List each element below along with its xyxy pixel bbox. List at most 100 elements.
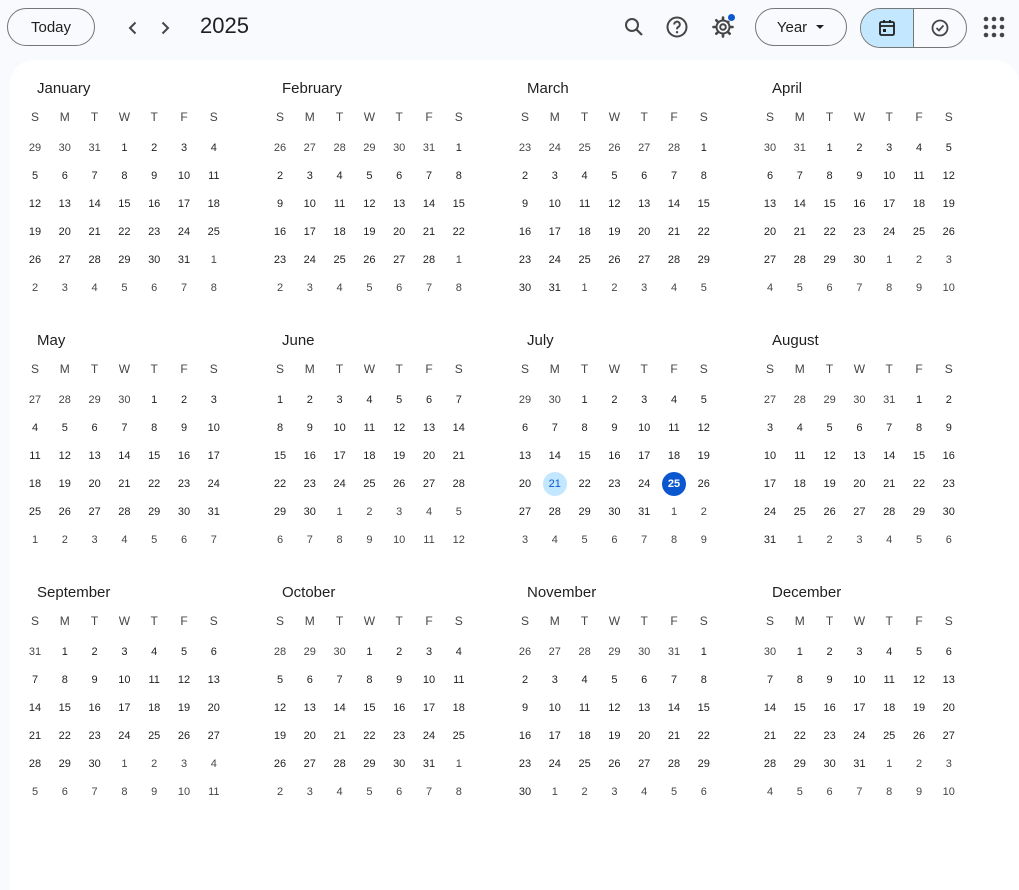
- day-cell[interactable]: 17: [298, 220, 322, 244]
- day-cell[interactable]: 11: [202, 164, 226, 188]
- adjacent-month-day[interactable]: 12: [447, 528, 471, 552]
- adjacent-month-day[interactable]: 6: [818, 276, 842, 300]
- adjacent-month-day[interactable]: 5: [142, 528, 166, 552]
- adjacent-month-day[interactable]: 10: [937, 780, 961, 804]
- day-cell[interactable]: 19: [53, 472, 77, 496]
- day-cell[interactable]: 24: [328, 472, 352, 496]
- day-cell[interactable]: 30: [513, 276, 537, 300]
- day-cell[interactable]: 27: [632, 752, 656, 776]
- day-cell[interactable]: 5: [53, 416, 77, 440]
- day-cell[interactable]: 24: [758, 500, 782, 524]
- day-cell[interactable]: 9: [83, 668, 107, 692]
- day-cell[interactable]: 6: [298, 668, 322, 692]
- adjacent-month-day[interactable]: 2: [142, 752, 166, 776]
- month-title[interactable]: December: [772, 584, 841, 601]
- day-cell[interactable]: 2: [142, 136, 166, 160]
- day-cell[interactable]: 18: [328, 220, 352, 244]
- day-cell[interactable]: 23: [298, 472, 322, 496]
- adjacent-month-day[interactable]: 30: [53, 136, 77, 160]
- adjacent-month-day[interactable]: 27: [298, 136, 322, 160]
- day-cell[interactable]: 26: [907, 724, 931, 748]
- day-cell[interactable]: 15: [142, 444, 166, 468]
- day-cell[interactable]: 31: [632, 500, 656, 524]
- day-cell[interactable]: 19: [692, 444, 716, 468]
- day-cell[interactable]: 12: [268, 696, 292, 720]
- day-cell[interactable]: 30: [172, 500, 196, 524]
- day-cell[interactable]: 20: [758, 220, 782, 244]
- day-cell[interactable]: 14: [83, 192, 107, 216]
- adjacent-month-day[interactable]: 5: [573, 528, 597, 552]
- day-cell[interactable]: 8: [53, 668, 77, 692]
- day-cell[interactable]: 23: [513, 248, 537, 272]
- day-cell[interactable]: 31: [847, 752, 871, 776]
- adjacent-month-day[interactable]: 3: [298, 276, 322, 300]
- day-cell[interactable]: 9: [268, 192, 292, 216]
- search-button[interactable]: [619, 12, 649, 42]
- day-cell[interactable]: 28: [23, 752, 47, 776]
- adjacent-month-day[interactable]: 3: [53, 276, 77, 300]
- day-cell[interactable]: 14: [417, 192, 441, 216]
- day-cell[interactable]: 25: [573, 248, 597, 272]
- day-cell[interactable]: 11: [573, 696, 597, 720]
- day-cell[interactable]: 10: [543, 192, 567, 216]
- day-cell[interactable]: 30: [298, 500, 322, 524]
- day-cell[interactable]: 20: [298, 724, 322, 748]
- adjacent-month-day[interactable]: 10: [937, 276, 961, 300]
- day-cell[interactable]: 16: [172, 444, 196, 468]
- day-cell[interactable]: 3: [543, 164, 567, 188]
- day-cell[interactable]: 1: [112, 136, 136, 160]
- month-title[interactable]: April: [772, 80, 802, 97]
- day-cell[interactable]: 14: [662, 696, 686, 720]
- day-cell[interactable]: 4: [23, 416, 47, 440]
- day-cell[interactable]: 16: [847, 192, 871, 216]
- day-cell[interactable]: 3: [298, 164, 322, 188]
- day-cell[interactable]: 12: [23, 192, 47, 216]
- day-cell[interactable]: 4: [662, 388, 686, 412]
- day-cell[interactable]: 14: [447, 416, 471, 440]
- adjacent-month-day[interactable]: 3: [937, 752, 961, 776]
- adjacent-month-day[interactable]: 5: [788, 276, 812, 300]
- view-switcher[interactable]: Year: [755, 8, 847, 46]
- month-title[interactable]: March: [527, 80, 569, 97]
- adjacent-month-day[interactable]: 9: [142, 780, 166, 804]
- next-year-button[interactable]: [151, 14, 179, 42]
- adjacent-month-day[interactable]: 2: [53, 528, 77, 552]
- day-cell[interactable]: 2: [937, 388, 961, 412]
- day-cell[interactable]: 12: [907, 668, 931, 692]
- day-cell[interactable]: 10: [172, 164, 196, 188]
- day-cell[interactable]: 10: [112, 668, 136, 692]
- day-cell[interactable]: 11: [447, 668, 471, 692]
- day-cell[interactable]: 5: [387, 388, 411, 412]
- day-cell[interactable]: 23: [818, 724, 842, 748]
- day-cell[interactable]: 5: [937, 136, 961, 160]
- day-cell[interactable]: 7: [83, 164, 107, 188]
- day-cell[interactable]: 9: [818, 668, 842, 692]
- day-cell[interactable]: 5: [602, 668, 626, 692]
- day-cell[interactable]: 27: [417, 472, 441, 496]
- adjacent-month-day[interactable]: 4: [417, 500, 441, 524]
- adjacent-month-day[interactable]: 7: [202, 528, 226, 552]
- day-cell[interactable]: 23: [513, 752, 537, 776]
- day-cell[interactable]: 14: [112, 444, 136, 468]
- day-cell[interactable]: 19: [818, 472, 842, 496]
- day-cell[interactable]: 21: [662, 220, 686, 244]
- day-cell[interactable]: 7: [112, 416, 136, 440]
- day-cell[interactable]: 29: [573, 500, 597, 524]
- adjacent-month-day[interactable]: 28: [268, 640, 292, 664]
- day-cell[interactable]: 7: [662, 668, 686, 692]
- day-cell[interactable]: 27: [83, 500, 107, 524]
- day-cell[interactable]: 18: [662, 444, 686, 468]
- day-cell[interactable]: 21: [328, 724, 352, 748]
- day-cell[interactable]: 1: [53, 640, 77, 664]
- day-cell[interactable]: 27: [632, 248, 656, 272]
- day-cell[interactable]: 29: [112, 248, 136, 272]
- day-cell[interactable]: 16: [83, 696, 107, 720]
- day-cell[interactable]: 25: [23, 500, 47, 524]
- adjacent-month-day[interactable]: 7: [847, 276, 871, 300]
- day-cell[interactable]: 20: [83, 472, 107, 496]
- month-title[interactable]: February: [282, 80, 342, 97]
- adjacent-month-day[interactable]: 1: [877, 752, 901, 776]
- day-cell[interactable]: 7: [417, 164, 441, 188]
- day-cell[interactable]: 22: [447, 220, 471, 244]
- day-cell[interactable]: 29: [142, 500, 166, 524]
